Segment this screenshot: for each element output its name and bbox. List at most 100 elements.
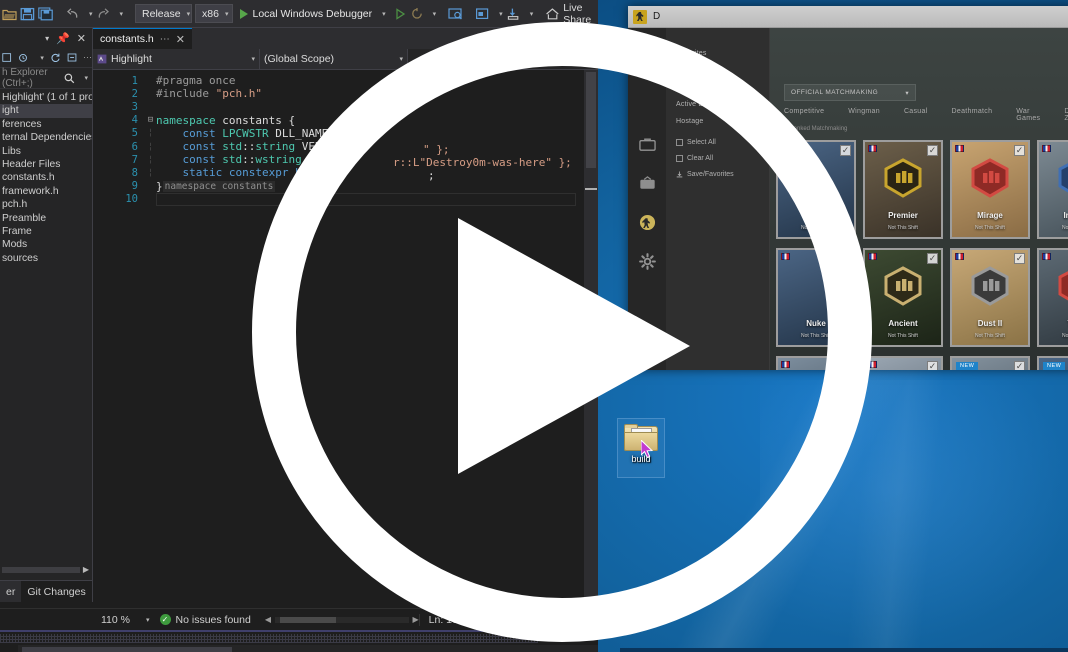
code-line[interactable]: 4 ⊟ namespace constants { (93, 114, 584, 127)
map-checkbox[interactable]: ✓ (1014, 253, 1025, 264)
csgo-tab-competitive[interactable]: Competitive (784, 108, 824, 122)
map-checkbox[interactable]: ✓ (840, 253, 851, 264)
pin-icon[interactable]: 📌 (563, 632, 575, 643)
redo-dropdown-caret-icon[interactable]: ▾ (120, 10, 124, 18)
start-without-debugging-icon[interactable] (393, 5, 407, 23)
csgo-menu-item[interactable]: Hostage (676, 118, 769, 125)
csgo-tab-dangerzone[interactable]: Danger Zone (1064, 108, 1068, 122)
status-line-ending[interactable]: CRLF (551, 613, 598, 626)
csgo-map-tile[interactable]: ✓Office (776, 356, 856, 370)
panel-drag-grip[interactable] (0, 634, 538, 643)
csgo-map-tile[interactable]: NEW✓Italy (950, 356, 1030, 370)
csgo-map-tile[interactable]: ✓ Nuke Not This Shift (776, 248, 856, 347)
csgo-game-window[interactable]: D Favorites New Premier Active Duty Host… (628, 6, 1068, 370)
code-line[interactable]: 5 ¦ const LPCWSTR DLL_NAME { (93, 127, 584, 140)
csgo-map-tile[interactable]: ✓ Premier Not This Shift (863, 140, 943, 239)
csgo-select-all-action[interactable]: Select All (676, 139, 769, 146)
solution-explorer-item[interactable]: Preamble (0, 212, 92, 225)
scrollbar-thumb[interactable] (586, 72, 596, 168)
solution-explorer-item[interactable]: framework.h (0, 185, 92, 198)
csgo-tab-deathmatch[interactable]: Deathmatch (952, 108, 993, 122)
csgo-map-tile[interactable]: ✓Anubis (863, 356, 943, 370)
gear-icon[interactable] (638, 253, 656, 270)
csgo-titlebar[interactable]: D (628, 6, 1068, 28)
csgo-map-tile[interactable]: ✓ Dust II Not This Shift (950, 248, 1030, 347)
player-icon[interactable] (639, 214, 656, 231)
navbar-project-combo[interactable]: Highlight ▾ (93, 49, 260, 69)
live-share-label[interactable]: Live Share (563, 2, 591, 26)
csgo-map-tile[interactable]: ✓ Cache Not This Shift (776, 140, 856, 239)
csgo-menu-item[interactable]: New (676, 67, 769, 74)
solution-explorer-item[interactable]: constants.h (0, 171, 92, 184)
chevron-down-icon[interactable]: ▾ (146, 616, 150, 624)
live-visual-tree-caret-icon[interactable]: ▾ (499, 10, 503, 18)
map-checkbox[interactable]: ✓ (1014, 145, 1025, 156)
pending-changes-icon[interactable] (18, 51, 28, 64)
scrollbar-track[interactable] (274, 616, 409, 623)
scroll-left-icon[interactable]: ◀ (265, 615, 271, 624)
code-surface[interactable]: 1 #pragma once 2 #include "pch.h" 3 4 ⊟ namespa… (93, 70, 598, 602)
navbar-scope-combo[interactable]: (Global Scope) ▾ (260, 49, 408, 69)
map-checkbox[interactable]: ✓ (840, 361, 851, 370)
map-checkbox[interactable]: ✓ (1014, 361, 1025, 370)
hot-reload-caret-icon[interactable]: ▾ (433, 10, 437, 18)
code-line[interactable]: 6 ¦ const std::string VERSI (93, 140, 584, 153)
csgo-tab-wingman[interactable]: Wingman (848, 108, 880, 122)
open-folder-icon[interactable] (2, 5, 17, 23)
power-icon[interactable] (639, 340, 655, 356)
map-checkbox[interactable]: ✓ (927, 361, 938, 370)
editor-vertical-scrollbar[interactable] (584, 70, 598, 602)
solution-explorer-item[interactable]: sources (0, 252, 92, 265)
code-line[interactable]: 3 (93, 100, 584, 113)
scrollbar-thumb[interactable] (280, 616, 337, 623)
tv-icon[interactable] (639, 175, 656, 192)
start-debug-button[interactable]: Local Windows Debugger ▾ (236, 8, 389, 20)
map-checkbox[interactable]: ✓ (927, 253, 938, 264)
live-visual-tree-icon[interactable] (475, 5, 490, 23)
collapse-all-icon[interactable] (67, 51, 77, 64)
home-icon[interactable] (2, 51, 12, 64)
csgo-map-tile[interactable]: ✓ Ancient Not This Shift (863, 248, 943, 347)
tab-solution-explorer[interactable]: er (0, 580, 22, 602)
map-checkbox[interactable]: ✓ (840, 145, 851, 156)
taskbar-strip[interactable] (620, 648, 1068, 652)
panel-filter-combo[interactable] (22, 647, 232, 652)
solution-explorer-search[interactable]: h Explorer (Ctrl+;) ▾ (0, 67, 92, 89)
close-icon[interactable]: ✕ (584, 632, 592, 643)
pin-icon[interactable]: 📌 (56, 32, 70, 45)
csgo-menu-item[interactable]: Favorites (676, 50, 769, 57)
csgo-tab-wargames[interactable]: War Games (1016, 108, 1040, 122)
solution-explorer-item[interactable]: Libs (0, 145, 92, 158)
csgo-tab-casual[interactable]: Casual (904, 108, 928, 122)
csgo-map-tile[interactable]: ✓ Mirage Not This Shift (950, 140, 1030, 239)
editor-horizontal-scrollbar[interactable]: ◀ ▶ (265, 615, 419, 624)
solution-explorer-item[interactable]: Frame (0, 225, 92, 238)
solution-explorer-item[interactable]: Mods (0, 238, 92, 251)
code-line[interactable]: 1 #pragma once (93, 74, 584, 87)
platform-combo[interactable]: x86 ▾ (195, 4, 234, 23)
chevron-down-icon[interactable]: ▾ (550, 632, 555, 643)
solution-explorer-item[interactable]: ight (0, 104, 92, 118)
csgo-clear-all-action[interactable]: Clear All (676, 155, 769, 162)
panel-menu-caret-icon[interactable]: ▾ (45, 34, 49, 43)
chevron-down-icon[interactable]: ▾ (84, 74, 88, 82)
tab-git-changes[interactable]: Git Changes (21, 580, 92, 602)
status-indentation[interactable]: SPC (510, 613, 552, 626)
save-all-icon[interactable] (38, 5, 53, 23)
code-line[interactable]: 9} namespace constants (93, 180, 584, 193)
solution-explorer-hscrollbar[interactable]: ▶ (0, 565, 92, 574)
chevron-down-icon[interactable]: ▾ (40, 54, 44, 62)
csgo-save-favorites-action[interactable]: Save/Favorites (676, 171, 769, 178)
csgo-menu-item[interactable]: Premier (676, 84, 769, 91)
undo-dropdown-caret-icon[interactable]: ▾ (89, 10, 93, 18)
undo-icon[interactable] (65, 5, 80, 23)
solution-node[interactable]: Highlight' (1 of 1 project (0, 91, 92, 104)
close-icon[interactable]: ✕ (176, 33, 185, 46)
hot-reload-icon[interactable] (410, 5, 424, 23)
save-icon[interactable] (20, 5, 35, 23)
briefcase-icon[interactable] (638, 136, 656, 153)
csgo-map-tile[interactable]: ✓TrainNot This Shift (1037, 248, 1068, 347)
csgo-map-tile[interactable]: ✓InfernoNot This Shift (1037, 140, 1068, 239)
overflow-icon[interactable]: ⋯ (83, 52, 92, 63)
fold-collapse-icon[interactable]: ⊟ (145, 115, 156, 125)
